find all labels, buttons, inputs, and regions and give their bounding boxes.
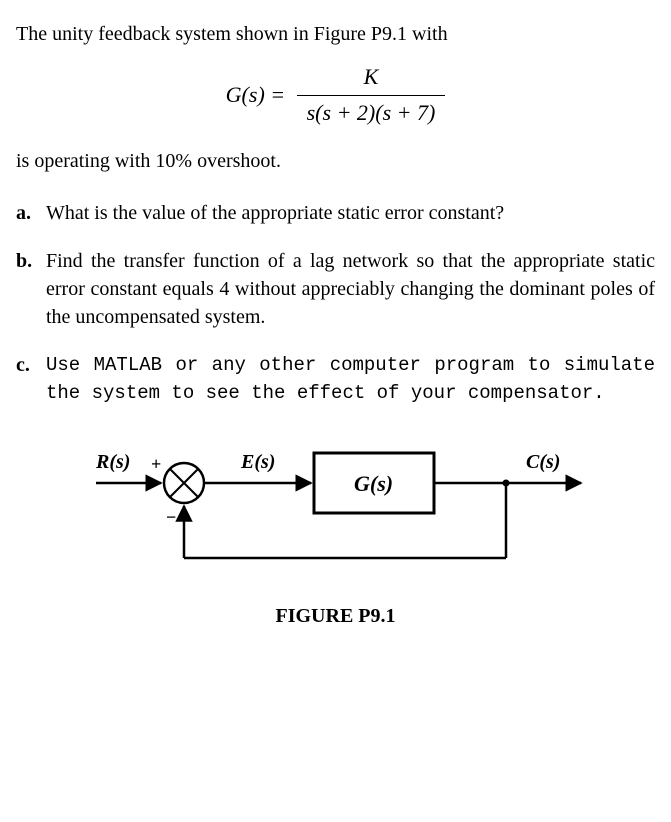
part-a: a. What is the value of the appropriate … [16,199,655,227]
part-b-marker: b. [16,247,46,331]
intro-before: The unity feedback system shown in Figur… [16,20,655,48]
equation-denominator: s(s + 2)(s + 7) [297,96,446,129]
question-parts-list: a. What is the value of the appropriate … [16,199,655,408]
equation-fraction: K s(s + 2)(s + 7) [297,62,446,129]
equation-numerator: K [297,62,446,96]
part-c-marker: c. [16,351,46,408]
part-c: c. Use MATLAB or any other computer prog… [16,351,655,408]
minus-sign: − [166,507,176,527]
part-b: b. Find the transfer function of a lag n… [16,247,655,331]
equation-lhs: G(s) = [226,80,285,111]
part-a-text: What is the value of the appropriate sta… [46,199,655,227]
c-label: C(s) [526,451,560,473]
transfer-function-equation: G(s) = K s(s + 2)(s + 7) [16,62,655,129]
part-a-marker: a. [16,199,46,227]
part-b-text: Find the transfer function of a lag netw… [46,247,655,331]
part-c-text: Use MATLAB or any other computer program… [46,351,655,408]
r-label: R(s) [95,451,130,473]
intro-after: is operating with 10% overshoot. [16,147,655,175]
e-label: E(s) [240,451,275,473]
plus-sign: + [151,454,161,474]
pickoff-node [502,479,509,486]
block-diagram: R(s) + − E(s) G(s) C(s) FIGURE P9.1 [16,428,655,630]
figure-caption: FIGURE P9.1 [16,602,655,630]
block-diagram-svg: R(s) + − E(s) G(s) C(s) [66,428,606,588]
g-label: G(s) [354,471,393,496]
